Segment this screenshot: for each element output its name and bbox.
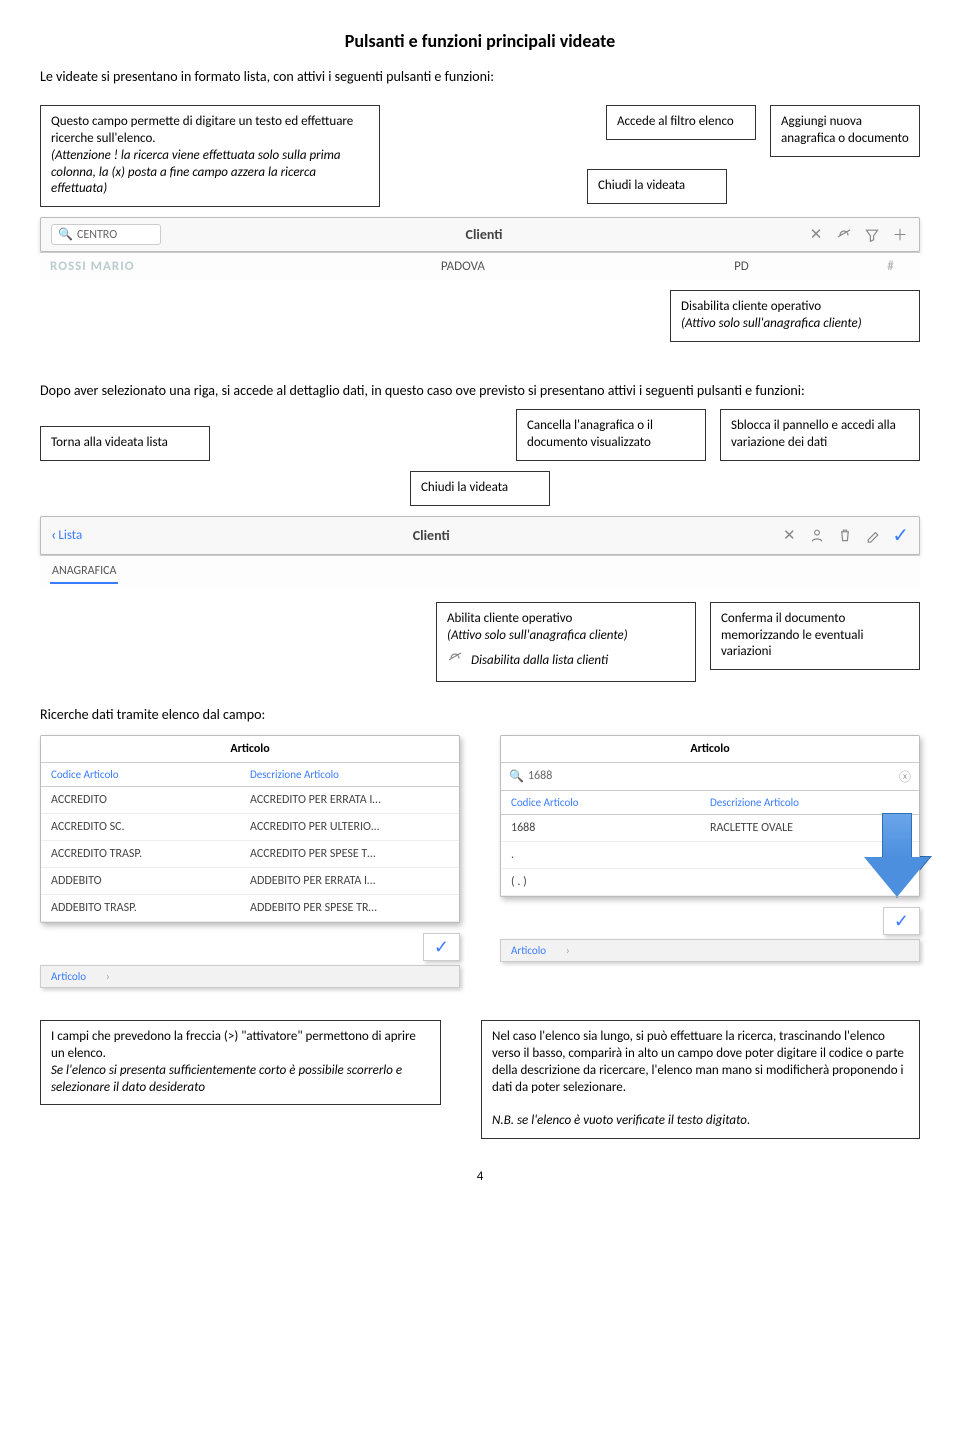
callout-close-2: Chiudi la videata bbox=[410, 471, 550, 506]
panel-title: Articolo bbox=[41, 736, 459, 763]
articolo-panel-left: Articolo Codice Articolo Descrizione Art… bbox=[40, 735, 460, 923]
pencil-icon[interactable] bbox=[864, 526, 882, 544]
link-disable-icon[interactable] bbox=[835, 226, 853, 244]
clienti-detail-bar: ‹ Lista Clienti ✕ ✓ bbox=[40, 516, 920, 555]
search-icon: 🔍 bbox=[509, 769, 524, 784]
page-number: 4 bbox=[40, 1169, 920, 1184]
trash-icon[interactable] bbox=[836, 526, 854, 544]
client-prov: PD bbox=[734, 259, 871, 274]
user-icon[interactable] bbox=[808, 526, 826, 544]
table-row[interactable]: ( . ) bbox=[501, 869, 919, 896]
table-row[interactable]: . bbox=[501, 842, 919, 869]
clienti-list-bar: 🔍 CENTRO Clienti ✕ ＋ bbox=[40, 217, 920, 252]
table-row[interactable]: ACCREDITO SC. ACCREDITO PER ULTERIO… bbox=[41, 814, 459, 841]
add-icon[interactable]: ＋ bbox=[891, 226, 909, 244]
back-button[interactable]: ‹ Lista bbox=[51, 526, 82, 545]
callout-back: Torna alla videata lista bbox=[40, 426, 210, 461]
field-activator-left[interactable]: Articolo › bbox=[40, 965, 460, 988]
callout-delete: Cancella l'anagrafica o il documento vis… bbox=[516, 409, 706, 461]
panel-search-input[interactable]: 🔍 1688 bbox=[509, 769, 899, 784]
chevron-right-icon: › bbox=[106, 970, 110, 983]
search-icon: 🔍 bbox=[58, 227, 73, 242]
callout-enable-client: Abilita cliente operativo (Attivo solo s… bbox=[436, 602, 696, 682]
client-name: ROSSI MARIO bbox=[50, 259, 441, 274]
callout-filter: Accede al filtro elenco bbox=[606, 105, 756, 140]
list-title: Clienti bbox=[171, 226, 797, 243]
panel-title: Articolo bbox=[501, 736, 919, 763]
link-disable-icon bbox=[447, 650, 463, 673]
client-row[interactable]: ROSSI MARIO PADOVA PD # bbox=[40, 252, 920, 280]
page-title: Pulsanti e funzioni principali videate bbox=[40, 30, 920, 52]
tab-anagrafica[interactable]: ANAGRAFICA bbox=[50, 560, 118, 584]
hash-icon: # bbox=[871, 259, 910, 274]
confirm-button[interactable]: ✓ bbox=[423, 933, 460, 961]
confirm-icon[interactable]: ✓ bbox=[892, 523, 909, 548]
callout-confirm: Conferma il documento memorizzando le ev… bbox=[710, 602, 920, 671]
panel-headers: Codice Articolo Descrizione Articolo bbox=[501, 791, 919, 815]
articolo-panel-right: Articolo 🔍 1688 ⓧ Codice Articolo Descri… bbox=[500, 735, 920, 897]
confirm-button[interactable]: ✓ bbox=[883, 907, 920, 935]
callout-unlock: Sblocca il pannello e accedi alla variaz… bbox=[720, 409, 920, 461]
search-input[interactable]: 🔍 CENTRO bbox=[51, 224, 161, 245]
callout-close: Chiudi la videata bbox=[587, 169, 727, 204]
detail-tabs: ANAGRAFICA bbox=[40, 555, 920, 588]
intro-text: Le videate si presentano in formato list… bbox=[40, 68, 920, 87]
detail-title: Clienti bbox=[92, 527, 770, 544]
filter-icon[interactable] bbox=[863, 226, 881, 244]
section2-para: Dopo aver selezionato una riga, si acced… bbox=[40, 382, 920, 401]
panel-headers: Codice Articolo Descrizione Articolo bbox=[41, 763, 459, 787]
field-activator-right[interactable]: Articolo › bbox=[500, 939, 920, 962]
callout-search: Questo campo permette di digitare un tes… bbox=[40, 105, 380, 207]
chevron-right-icon: › bbox=[566, 944, 570, 957]
close-icon[interactable]: ✕ bbox=[780, 526, 798, 544]
client-city: PADOVA bbox=[441, 259, 734, 274]
table-row[interactable]: ACCREDITO TRASP. ACCREDITO PER SPESE T… bbox=[41, 841, 459, 868]
callout-add: Aggiungi nuova anagrafica o documento bbox=[770, 105, 920, 157]
close-icon[interactable]: ✕ bbox=[807, 226, 825, 244]
table-row[interactable]: ADDEBITO TRASP. ADDEBITO PER SPESE TR… bbox=[41, 895, 459, 922]
scroll-arrow-icon bbox=[864, 813, 930, 899]
callout-long-list: Nel caso l'elenco sia lungo, si può effe… bbox=[481, 1020, 920, 1139]
callout-activator: I campi che prevedono la freccia (>) "at… bbox=[40, 1020, 441, 1106]
table-row[interactable]: ADDEBITO ADDEBITO PER ERRATA I… bbox=[41, 868, 459, 895]
clear-icon[interactable]: ⓧ bbox=[899, 768, 911, 785]
table-row[interactable]: ACCREDITO ACCREDITO PER ERRATA I… bbox=[41, 787, 459, 814]
table-row[interactable]: 1688 RACLETTE OVALE bbox=[501, 815, 919, 842]
section3-heading: Ricerche dati tramite elenco dal campo: bbox=[40, 706, 920, 725]
callout-disable-client: Disabilita cliente operativo (Attivo sol… bbox=[670, 290, 920, 342]
